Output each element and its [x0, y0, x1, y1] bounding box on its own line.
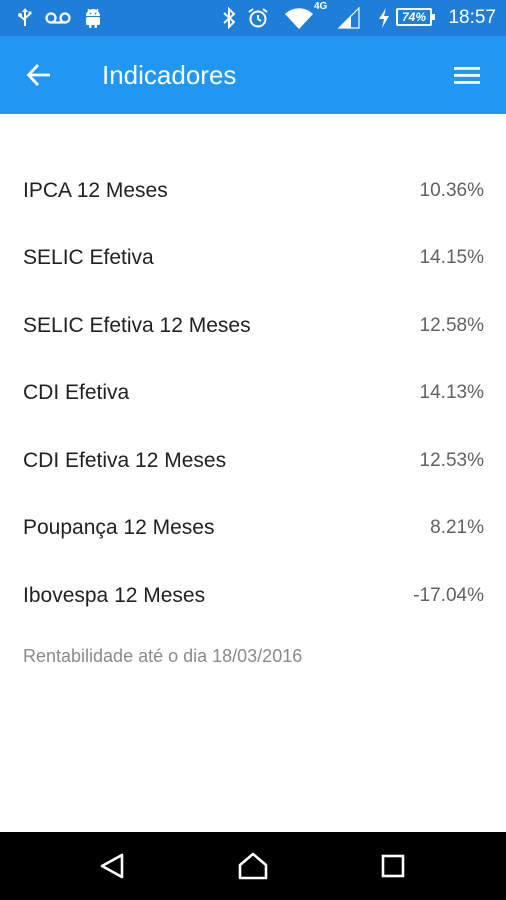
clock: 18:57	[448, 7, 496, 28]
recents-square-icon	[381, 854, 405, 878]
hamburger-menu-icon	[454, 67, 480, 84]
indicator-name: CDI Efetiva	[23, 381, 130, 405]
home-icon	[238, 852, 268, 880]
back-triangle-icon	[100, 853, 124, 879]
indicator-value: 14.15%	[419, 247, 484, 269]
content-area: IPCA 12 Meses 10.36% SELIC Efetiva 14.15…	[0, 114, 506, 832]
list-item[interactable]: CDI Efetiva 12 Meses 12.53%	[0, 427, 506, 495]
system-nav-bar	[0, 832, 506, 900]
footnote: Rentabilidade até o dia 18/03/2016	[23, 646, 303, 666]
list-item[interactable]: IPCA 12 Meses 10.36%	[0, 157, 506, 225]
signal-icon	[336, 6, 362, 30]
indicator-name: Poupança 12 Meses	[23, 516, 215, 540]
voicemail-icon	[44, 6, 72, 30]
indicator-name: IPCA 12 Meses	[23, 178, 168, 202]
back-button[interactable]	[16, 52, 62, 98]
indicator-value: -17.04%	[413, 584, 484, 606]
nav-recents-button[interactable]	[373, 846, 413, 886]
indicator-value: 12.58%	[419, 314, 484, 336]
status-bar: 4G 74% 18:57	[0, 0, 506, 36]
list-item[interactable]: SELIC Efetiva 14.15%	[0, 225, 506, 293]
indicator-value: 8.21%	[430, 517, 484, 539]
list-item[interactable]: Poupança 12 Meses 8.21%	[0, 495, 506, 563]
battery-icon: 74%	[396, 8, 435, 26]
menu-button[interactable]	[444, 52, 490, 98]
indicator-value: 10.36%	[419, 179, 484, 201]
page-title: Indicadores	[102, 60, 237, 90]
indicator-name: Ibovespa 12 Meses	[23, 583, 206, 607]
android-icon	[82, 6, 104, 30]
nav-home-button[interactable]	[233, 846, 273, 886]
indicator-list: IPCA 12 Meses 10.36% SELIC Efetiva 14.15…	[0, 157, 506, 630]
charging-icon	[376, 6, 392, 30]
usb-icon	[14, 6, 36, 30]
arrow-back-icon	[26, 64, 50, 86]
bluetooth-icon	[220, 6, 238, 30]
alarm-icon	[246, 6, 270, 30]
indicator-name: CDI Efetiva 12 Meses	[23, 448, 227, 472]
list-item[interactable]: CDI Efetiva 14.13%	[0, 360, 506, 428]
indicator-value: 14.13%	[419, 382, 484, 404]
wifi-icon	[282, 6, 316, 30]
app-bar: Indicadores	[0, 36, 506, 114]
indicator-name: SELIC Efetiva 12 Meses	[23, 313, 251, 337]
list-item[interactable]: Ibovespa 12 Meses -17.04%	[0, 562, 506, 630]
indicator-value: 12.53%	[419, 449, 484, 471]
battery-level: 74%	[401, 10, 427, 24]
list-item[interactable]: SELIC Efetiva 12 Meses 12.58%	[0, 292, 506, 360]
network-type-label: 4G	[314, 1, 328, 12]
nav-back-button[interactable]	[92, 846, 132, 886]
indicator-name: SELIC Efetiva	[23, 246, 154, 270]
